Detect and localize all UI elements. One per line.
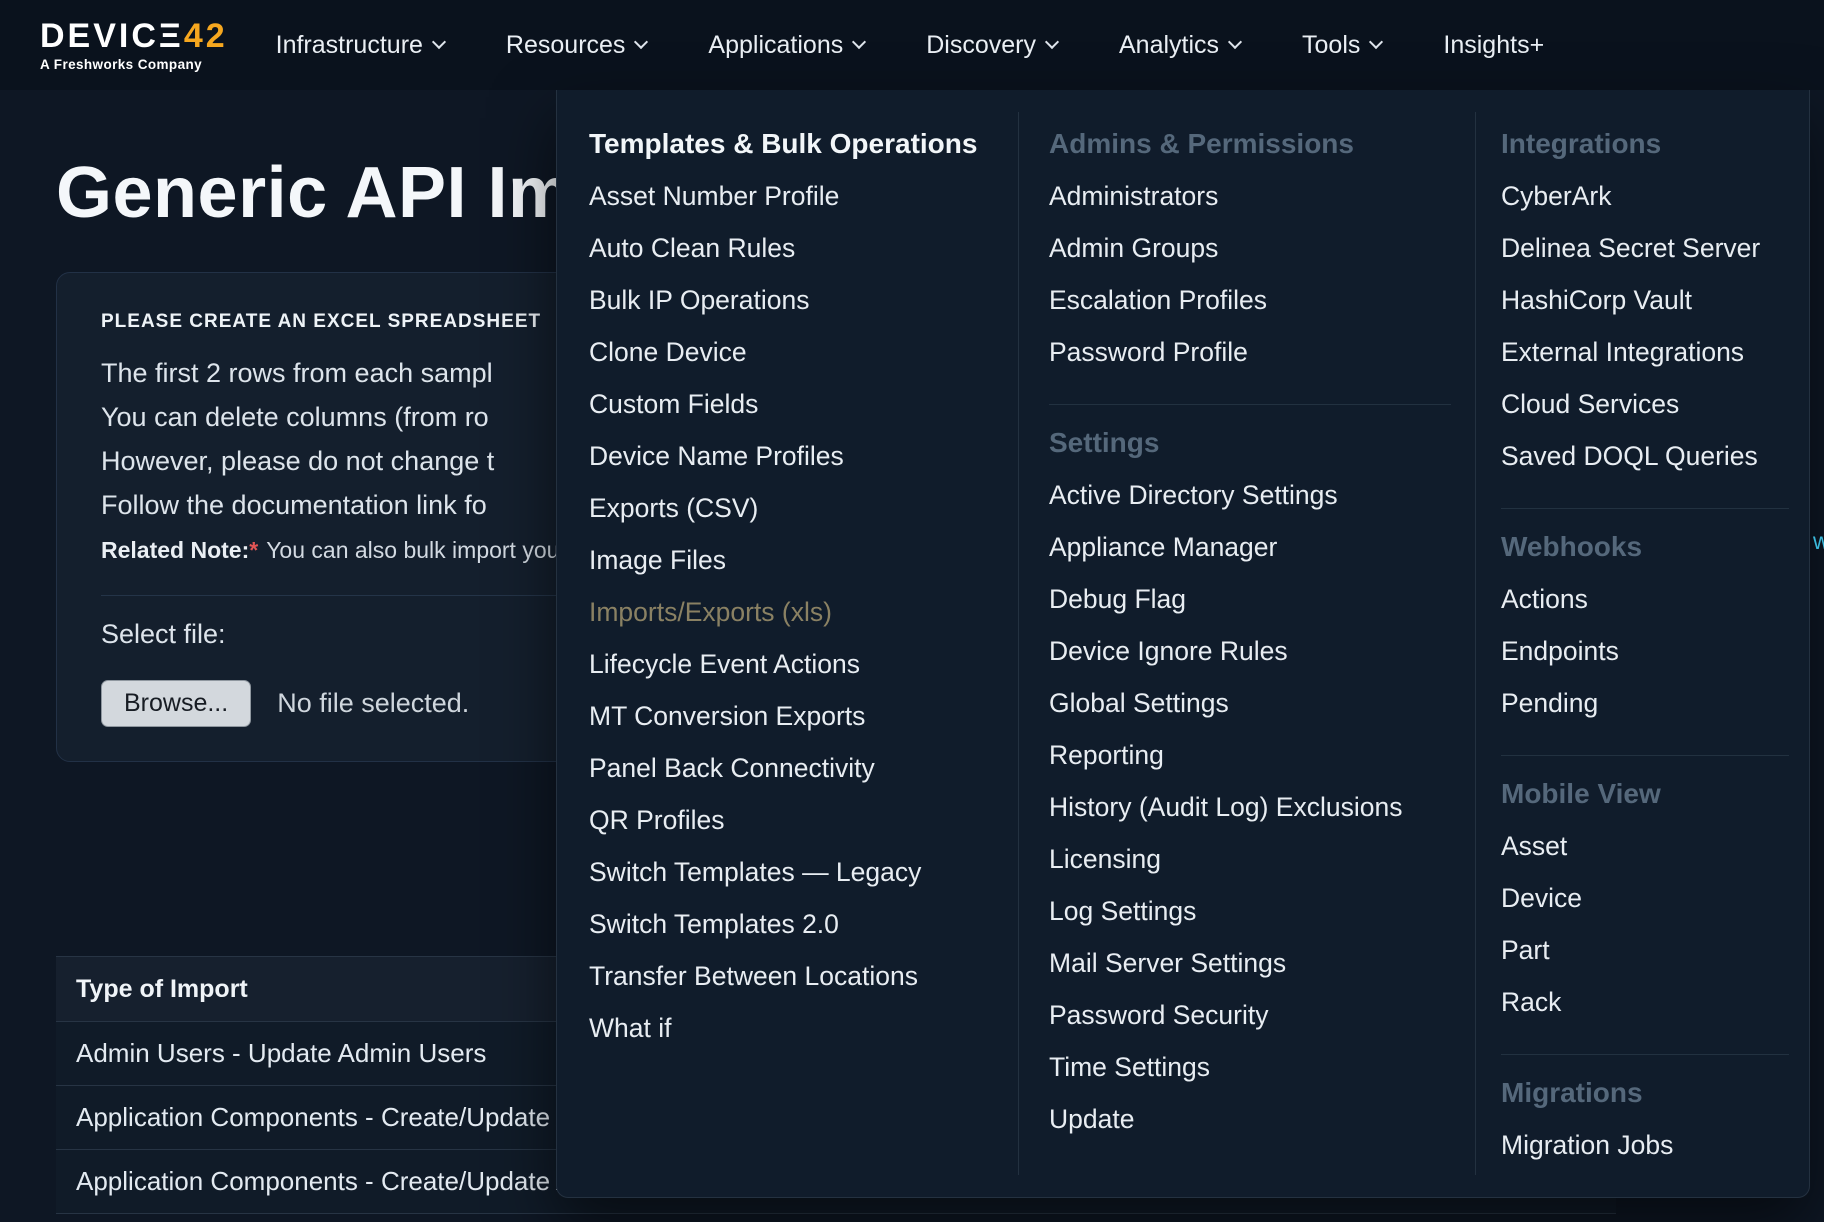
menu-item-clone-device[interactable]: Clone Device [589,326,994,378]
menu-item-mobile-part[interactable]: Part [1501,924,1789,976]
menu-item-hashicorp-vault[interactable]: HashiCorp Vault [1501,274,1789,326]
nav-item-applications[interactable]: Applications [708,31,864,60]
logo-42: 42 [184,17,228,55]
nav-item-resources[interactable]: Resources [506,31,647,60]
menu-item-custom-fields[interactable]: Custom Fields [589,378,994,430]
related-note-label: Related Note: [101,537,249,563]
section-header-settings: Settings [1049,417,1451,469]
menu-item-mt-conversion-exports[interactable]: MT Conversion Exports [589,690,994,742]
menu-item-cyberark[interactable]: CyberArk [1501,170,1789,222]
menu-item-delinea-secret-server[interactable]: Delinea Secret Server [1501,222,1789,274]
menu-item-history-audit-log-exclusions[interactable]: History (Audit Log) Exclusions [1049,781,1451,833]
chevron-down-icon [1369,35,1383,49]
menu-item-asset-number-profile[interactable]: Asset Number Profile [589,170,994,222]
chevron-down-icon [852,35,866,49]
menu-item-time-settings[interactable]: Time Settings [1049,1041,1451,1093]
chevron-down-icon [634,35,648,49]
menu-item-qr-profiles[interactable]: QR Profiles [589,794,994,846]
menu-item-exports-csv[interactable]: Exports (CSV) [589,482,994,534]
mega-menu-column-integrations: Integrations CyberArk Delinea Secret Ser… [1476,90,1809,1197]
menu-item-admin-groups[interactable]: Admin Groups [1049,222,1451,274]
nav-label: Infrastructure [276,31,423,60]
menu-item-lifecycle-event-actions[interactable]: Lifecycle Event Actions [589,638,994,690]
menu-item-escalation-profiles[interactable]: Escalation Profiles [1049,274,1451,326]
section-header-migrations: Migrations [1501,1067,1789,1119]
top-nav-bar: DEVICΞ42 A Freshworks Company Infrastruc… [0,0,1824,90]
menu-item-transfer-between-locations[interactable]: Transfer Between Locations [589,950,994,1002]
logo-text: DEVIC [40,17,159,55]
menu-item-webhook-actions[interactable]: Actions [1501,573,1789,625]
menu-item-reporting[interactable]: Reporting [1049,729,1451,781]
menu-item-mail-server-settings[interactable]: Mail Server Settings [1049,937,1451,989]
menu-item-log-settings[interactable]: Log Settings [1049,885,1451,937]
menu-item-what-if[interactable]: What if [589,1002,994,1054]
chevron-down-icon [1228,35,1242,49]
nav-item-discovery[interactable]: Discovery [926,31,1057,60]
menu-item-debug-flag[interactable]: Debug Flag [1049,573,1451,625]
required-asterisk: * [249,537,258,563]
nav-item-infrastructure[interactable]: Infrastructure [276,31,444,60]
device42-logo[interactable]: DEVICΞ42 A Freshworks Company [40,19,228,72]
menu-item-external-integrations[interactable]: External Integrations [1501,326,1789,378]
browse-button[interactable]: Browse... [101,680,251,727]
menu-item-active-directory-settings[interactable]: Active Directory Settings [1049,469,1451,521]
menu-item-auto-clean-rules[interactable]: Auto Clean Rules [589,222,994,274]
menu-item-migration-jobs[interactable]: Migration Jobs [1501,1119,1789,1171]
section-header-templates-bulk-operations: Templates & Bulk Operations [589,118,994,170]
nav-label: Tools [1302,31,1360,60]
section-divider [1049,404,1451,405]
nav-item-tools[interactable]: Tools [1302,31,1381,60]
menu-item-bulk-ip-operations[interactable]: Bulk IP Operations [589,274,994,326]
nav-label: Applications [708,31,843,60]
menu-item-mobile-asset[interactable]: Asset [1501,820,1789,872]
menu-item-device-ignore-rules[interactable]: Device Ignore Rules [1049,625,1451,677]
section-header-webhooks: Webhooks [1501,521,1789,573]
nav-label: Discovery [926,31,1036,60]
menu-item-licensing[interactable]: Licensing [1049,833,1451,885]
file-status-text: No file selected. [277,688,469,719]
menu-item-webhook-endpoints[interactable]: Endpoints [1501,625,1789,677]
nav-label: Analytics [1119,31,1219,60]
menu-item-switch-templates-2-0[interactable]: Switch Templates 2.0 [589,898,994,950]
nav-label: Insights+ [1443,31,1544,60]
menu-item-imports-exports-xls[interactable]: Imports/Exports (xls) [589,586,994,638]
logo-wordmark: DEVICΞ42 [40,19,228,53]
tools-mega-menu: Templates & Bulk Operations Asset Number… [556,90,1810,1198]
menu-item-webhook-pending[interactable]: Pending [1501,677,1789,729]
section-header-integrations: Integrations [1501,118,1789,170]
nav-label: Resources [506,31,626,60]
truncated-link-fragment[interactable]: w [1813,528,1824,555]
menu-item-appliance-manager[interactable]: Appliance Manager [1049,521,1451,573]
logo-tagline: A Freshworks Company [40,57,228,72]
menu-item-saved-doql-queries[interactable]: Saved DOQL Queries [1501,430,1789,482]
menu-item-image-files[interactable]: Image Files [589,534,994,586]
menu-item-mobile-device[interactable]: Device [1501,872,1789,924]
menu-item-mobile-rack[interactable]: Rack [1501,976,1789,1028]
nav-item-insights-plus[interactable]: Insights+ [1443,31,1544,60]
section-divider [1501,1054,1789,1055]
nav-item-analytics[interactable]: Analytics [1119,31,1240,60]
menu-item-administrators[interactable]: Administrators [1049,170,1451,222]
chevron-down-icon [1045,35,1059,49]
menu-item-password-security[interactable]: Password Security [1049,989,1451,1041]
section-divider [1501,508,1789,509]
related-note-text: You can also bulk import you [266,537,559,563]
mega-menu-column-admins-settings: Admins & Permissions Administrators Admi… [1019,90,1475,1197]
section-divider [1501,755,1789,756]
mega-menu-column-templates: Templates & Bulk Operations Asset Number… [557,90,1018,1197]
menu-item-switch-templates-legacy[interactable]: Switch Templates — Legacy [589,846,994,898]
menu-item-device-name-profiles[interactable]: Device Name Profiles [589,430,994,482]
menu-item-cloud-services[interactable]: Cloud Services [1501,378,1789,430]
device42-app-window: DEVICΞ42 A Freshworks Company Infrastruc… [0,0,1824,1222]
section-header-admins-permissions: Admins & Permissions [1049,118,1451,170]
menu-item-password-profile[interactable]: Password Profile [1049,326,1451,378]
section-header-mobile-view: Mobile View [1501,768,1789,820]
menu-item-panel-back-connectivity[interactable]: Panel Back Connectivity [589,742,994,794]
logo-stylized-e: Ξ [159,17,184,55]
menu-item-global-settings[interactable]: Global Settings [1049,677,1451,729]
chevron-down-icon [432,35,446,49]
menu-item-update[interactable]: Update [1049,1093,1451,1145]
